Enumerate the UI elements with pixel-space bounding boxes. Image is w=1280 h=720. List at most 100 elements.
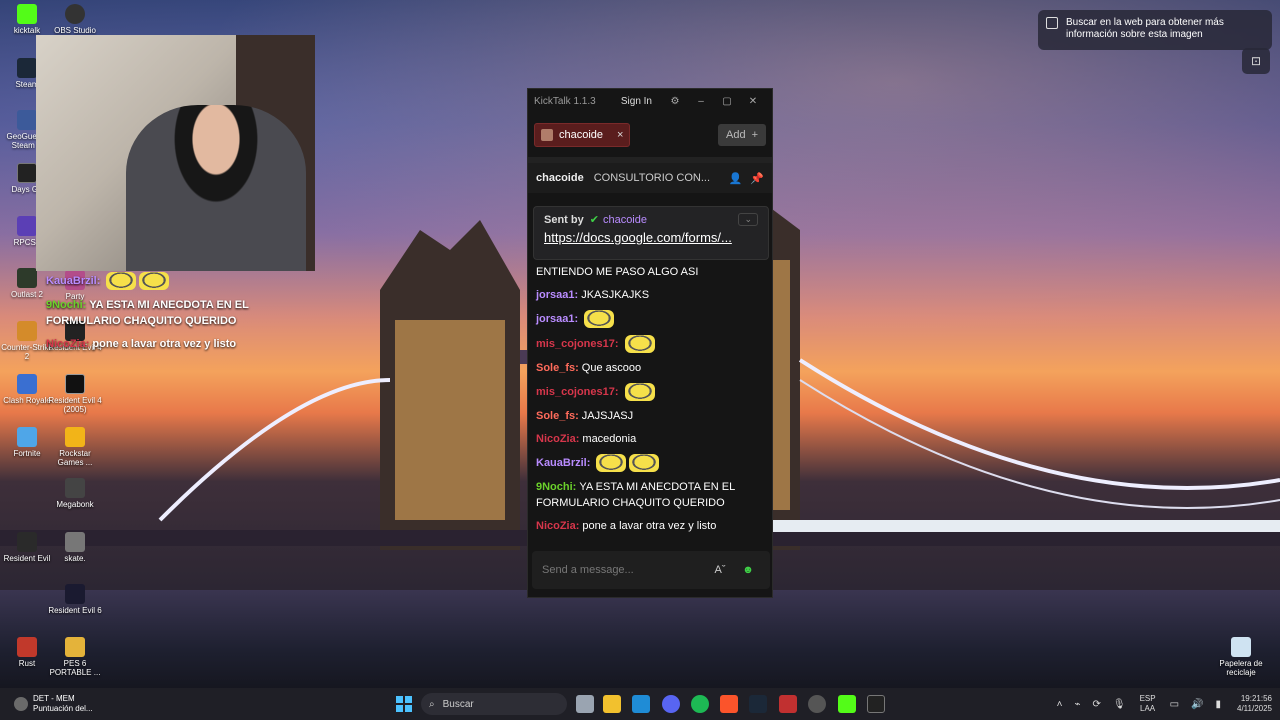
chat-username[interactable]: NicoZia: [536,433,579,445]
webcam-feed [36,35,315,271]
bing-icon[interactable] [632,695,650,713]
desktop-icon-fortnite[interactable]: Fortnite [0,427,54,458]
desktop-icon-pes6[interactable]: PES 6 PORTABLE ... [48,637,102,677]
network-icon[interactable]: ⌁ [1074,699,1080,710]
chat-username[interactable]: 9Nochi: [46,299,86,311]
chat-username[interactable]: jorsaa1: [536,289,578,301]
sign-in-button[interactable]: Sign In [621,96,652,107]
channel-name: chacoide [536,172,584,184]
channel-tab-chacoide[interactable]: chacoide × [534,123,631,147]
chat-username[interactable]: mis_cojones17: [536,386,619,398]
days-gone-icon [17,163,37,183]
language-bottom: LAA [1140,704,1156,713]
desktop-icon-re4-2005[interactable]: Resident Evil 4 (2005) [48,374,102,414]
rust-icon [17,637,37,657]
counter-strike-icon [17,321,37,341]
pinned-link[interactable]: https://docs.google.com/forms/... [544,230,758,245]
microphone-icon[interactable]: 🎙 [1113,699,1126,710]
desktop-icon-kicktalk[interactable]: kicktalk [0,4,54,35]
desktop-icon-re6[interactable]: Resident Evil 6 [48,584,102,615]
taskbar-search[interactable]: ⌕ Buscar [421,693,567,715]
volume-icon[interactable]: 🔊 [1191,699,1203,710]
desktop-icon-recycle-bin[interactable]: Papelera de reciclaje [1214,637,1268,677]
chat-username[interactable]: mis_cojones17: [536,338,619,350]
close-icon[interactable]: ✕ [740,96,766,107]
chevron-down-icon[interactable]: ⌄ [738,213,758,226]
system-tray: ˄ ⌁ ⟳ 🎙 ESP LAA ▭ 🔊 ▮ 19:21:56 4/11/2025 [1051,688,1272,720]
chat-message-text: Que ascooo [581,362,642,374]
emote-image [106,272,137,290]
obs-recording-icon[interactable] [779,695,797,713]
brave-icon[interactable] [720,695,738,713]
sync-icon[interactable]: ⟳ [1092,699,1100,710]
lens-icon[interactable]: ⊡ [1242,48,1270,74]
add-channel-button[interactable]: Add + [717,124,766,146]
chat-username[interactable]: NicoZia: [536,520,579,532]
outlast-icon [17,268,37,288]
desktop-icon-label: Fortnite [13,449,41,458]
desktop-icon-skate[interactable]: skate. [48,532,102,563]
emote-picker-icon[interactable]: ☻ [736,559,760,581]
chat-message-text: macedonia [582,433,637,445]
language-indicator[interactable]: ESP LAA [1140,694,1156,714]
display-icon[interactable]: ▭ [1170,699,1179,710]
obs-icon[interactable] [808,695,826,713]
desktop-icon-clash-royale[interactable]: Clash Royale [0,374,54,405]
streamer-image [126,105,306,271]
visual-search-tooltip[interactable]: Buscar en la web para obtener más inform… [1038,10,1272,50]
chat-username[interactable]: 9Nochi: [536,481,576,493]
chat-username[interactable]: Sole_fs: [536,410,579,422]
search-icon: ⌕ [429,698,435,710]
pin-icon[interactable]: 📌 [750,172,764,185]
chat-message: KauaBrzil: [46,272,286,290]
chat-username[interactable]: NicoZia: [46,338,89,350]
chat-username[interactable]: KauaBrzil: [536,457,590,469]
epic-games-icon[interactable] [867,695,885,713]
add-channel-label: Add [725,129,746,141]
battery-icon[interactable]: ▮ [1215,699,1221,710]
maximize-icon[interactable]: ▢ [714,96,740,107]
message-input[interactable] [542,564,704,576]
visual-search-icon [1046,17,1058,29]
chevron-up-icon[interactable]: ˄ [1057,699,1063,710]
clock[interactable]: 19:21:56 4/11/2025 [1237,694,1272,714]
clash-royale-icon [17,374,37,394]
channel-tab-label: chacoide [559,129,604,141]
widgets-button[interactable]: DET - MEM Puntuación del... [14,688,93,720]
clock-time: 19:21:56 [1240,694,1272,703]
settings-gear-icon[interactable]: ⚙ [662,96,688,107]
chat-message: jorsaa1: [536,310,766,328]
windows-start-icon[interactable] [396,696,412,712]
chat-username[interactable]: KauaBrzil: [46,275,100,287]
desktop-icon-label: Resident Evil 6 [48,606,102,615]
widget-subtitle: Puntuación del... [33,704,93,713]
kicktalk-icon[interactable] [838,695,856,713]
file-explorer-icon[interactable] [603,695,621,713]
resident-evil-4-icon [65,374,85,394]
desktop-icon-obs[interactable]: OBS Studio [48,4,102,35]
chat-username[interactable]: Sole_fs: [536,362,579,374]
chat-message: jorsaa1: JKASJKAJKS [536,287,766,303]
desktop-icon-megabonk[interactable]: Megabonk [48,478,102,509]
discord-icon[interactable] [662,695,680,713]
desktop-icon-resident-evil[interactable]: Resident Evil [0,532,54,563]
chat-message-text: JKASJKAJKS [581,289,650,301]
translate-icon[interactable]: Aˇ [708,559,732,581]
spotify-icon[interactable] [691,695,709,713]
emote-image [624,383,655,401]
desktop-icon-rockstar[interactable]: Rockstar Games ... [48,427,102,467]
chat-messages: ENTIENDO ME PASO ALGO ASI jorsaa1: JKASJKA… [528,264,772,541]
desktop-icon-rust[interactable]: Rust [0,637,54,668]
chat-message: mis_cojones17: [536,383,766,401]
minimize-icon[interactable]: – [688,96,714,107]
chat-username[interactable]: jorsaa1: [536,313,578,325]
task-view-icon[interactable] [576,695,594,713]
avatar [541,129,553,141]
steam-icon[interactable] [749,695,767,713]
user-icon[interactable]: 👤 [729,172,743,185]
taskbar: DET - MEM Puntuación del... ⌕ Buscar ˄ ⌁… [0,688,1280,720]
news-icon [14,697,28,711]
close-tab-icon[interactable]: × [617,129,623,141]
steam-icon [17,58,37,78]
chat-message-text: JAJSJASJ [581,410,634,422]
